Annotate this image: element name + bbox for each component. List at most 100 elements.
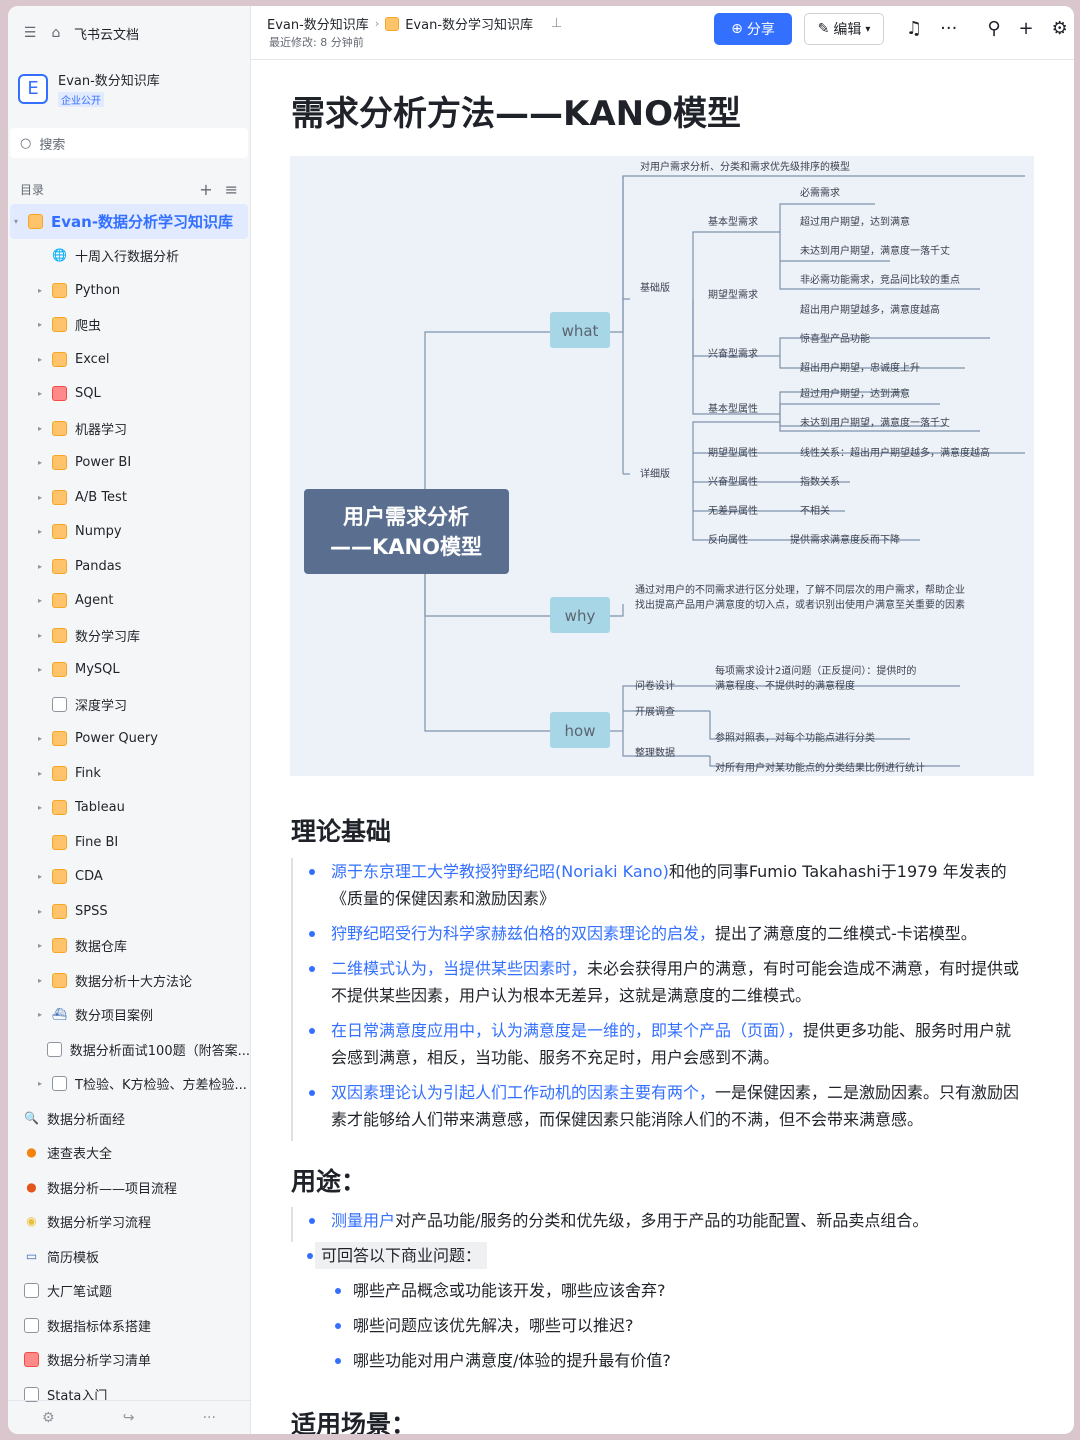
highlighted-text: 双因素理论认为引起人们工作动机的因素主要有两个， <box>331 1083 716 1102</box>
mm-d4: 无差异属性 <box>708 504 758 517</box>
settings-icon[interactable]: ⚙ <box>1052 18 1068 39</box>
tree-item[interactable]: ▸ A/B Test <box>8 480 250 515</box>
expand-arrow-icon[interactable]: ▸ <box>34 734 46 743</box>
expand-arrow-icon[interactable]: ▸ <box>34 769 46 778</box>
tree-item[interactable]: 数据指标体系搭建 <box>8 1308 250 1343</box>
search-icon[interactable]: ⚲ <box>987 18 1000 39</box>
tree-item[interactable]: ▸ 机器学习 <box>8 411 250 446</box>
expand-arrow-icon[interactable]: ▸ <box>34 631 46 640</box>
bell-icon[interactable]: ♫ <box>906 18 922 39</box>
tree-item-label: 数据仓库 <box>75 940 128 956</box>
tree-item[interactable]: ▸ Pandas <box>8 549 250 584</box>
tree-item[interactable]: ▸ SQL <box>8 377 250 412</box>
tree-item[interactable]: ▸ Fink <box>8 756 250 791</box>
tree-item[interactable]: ▸ Power Query <box>8 722 250 757</box>
pin-icon[interactable]: ⊥ <box>551 16 562 31</box>
expand-arrow-icon[interactable]: ▸ <box>34 286 46 295</box>
expand-arrow-icon[interactable]: ▸ <box>34 562 46 571</box>
expand-arrow-icon[interactable]: ▸ <box>34 493 46 502</box>
breadcrumb-item[interactable]: Evan-数分知识库 <box>267 14 369 33</box>
tree-item[interactable]: ▸ SPSS <box>8 894 250 929</box>
globe-icon: ⊕ <box>731 21 743 37</box>
tree-item[interactable]: 🌐 十周入行数据分析 <box>8 239 250 274</box>
list-item: 在日常满意度应用中，认为满意度是一维的，即某个产品（页面），提供更多功能、服务时… <box>293 1017 1027 1071</box>
expand-arrow-icon[interactable]: ▸ <box>34 803 46 812</box>
tree-item[interactable]: 大厂笔试题 <box>8 1274 250 1309</box>
tree-item[interactable]: ▸ Agent <box>8 584 250 619</box>
tree-item-label: SQL <box>75 386 101 402</box>
folder-icon <box>52 627 67 643</box>
tree-item[interactable]: Fine BI <box>8 825 250 860</box>
folder-icon <box>52 593 67 609</box>
expand-arrow-icon[interactable]: ▸ <box>34 907 46 916</box>
tree-item[interactable]: ▸ Python <box>8 273 250 308</box>
breadcrumb-item[interactable]: Evan-数分学习知识库 <box>405 14 533 33</box>
tree-item[interactable]: ▭ 简历模板 <box>8 1239 250 1274</box>
expand-arrow-icon[interactable]: ▸ <box>34 976 46 985</box>
folder-icon <box>52 524 67 540</box>
tree-item[interactable]: ▸ Tableau <box>8 791 250 826</box>
tree-item[interactable]: 深度学习 <box>8 687 250 722</box>
tree-item[interactable]: ▸ 爬虫 <box>8 308 250 343</box>
expand-arrow-icon[interactable]: ▸ <box>34 1079 46 1088</box>
tree-item-label: T检验、K方检验、方差检验... <box>75 1078 247 1094</box>
tree-item[interactable]: ▸ MySQL <box>8 653 250 688</box>
tree-item-active[interactable]: ▾ Evan-数据分析学习知识库 <box>10 204 248 239</box>
tree-item[interactable]: ▸ Power BI <box>8 446 250 481</box>
collapse-sidebar-icon[interactable]: ☰ <box>22 25 38 41</box>
expand-arrow-icon[interactable]: ▸ <box>34 872 46 881</box>
add-icon[interactable]: + <box>199 180 212 199</box>
search-input[interactable]: ○ 搜索 <box>10 128 248 158</box>
list-icon[interactable]: ≡ <box>225 180 238 199</box>
settings-icon[interactable]: ⚙ <box>42 1410 55 1426</box>
tree-item[interactable]: ▸ ⛴ 数分项目案例 <box>8 998 250 1033</box>
folder-icon <box>52 455 67 471</box>
tree-item[interactable]: ▸ Excel <box>8 342 250 377</box>
app-title[interactable]: 飞书云文档 <box>74 24 139 43</box>
tree-item[interactable]: ▸ T检验、K方检验、方差检验... <box>8 1067 250 1102</box>
tree-item[interactable]: ▸ 数据仓库 <box>8 929 250 964</box>
expand-arrow-icon[interactable]: ▸ <box>34 941 46 950</box>
expand-arrow-icon[interactable]: ▸ <box>34 596 46 605</box>
share-button[interactable]: ⊕ 分享 <box>714 13 792 45</box>
orange-icon: ● <box>26 1145 37 1160</box>
tree-item[interactable]: ▸ 数据分析十大方法论 <box>8 963 250 998</box>
question-block: 可回答以下商业问题： 哪些产品概念或功能该开发，哪些应该舍弃? 哪些问题应该优先解… <box>291 1242 1027 1382</box>
expand-arrow-icon[interactable]: ▸ <box>34 1010 46 1019</box>
tree-item[interactable]: 数据分析面试100题（附答案... <box>8 1032 250 1067</box>
mm-b3b: 超出用户期望，忠诚度上升 <box>800 361 920 374</box>
knowledge-base-header[interactable]: E Evan-数分知识库 企业公开 <box>8 60 250 118</box>
more-icon[interactable]: ··· <box>203 1410 216 1426</box>
tree-item-label: 数据分析——项目流程 <box>47 1181 178 1197</box>
mm-d2: 期望型属性 <box>708 446 758 459</box>
tree-item[interactable]: 🔍 数据分析面经 <box>8 1101 250 1136</box>
tree-item[interactable]: ● 数据分析——项目流程 <box>8 1170 250 1205</box>
home-icon[interactable]: ⌂ <box>48 25 64 41</box>
expand-arrow-icon[interactable]: ▸ <box>34 424 46 433</box>
add-icon[interactable]: + <box>1019 18 1034 39</box>
tree-item[interactable]: ▸ CDA <box>8 860 250 895</box>
folder-icon <box>52 731 67 747</box>
tree-item[interactable]: ● 速查表大全 <box>8 1136 250 1171</box>
expand-arrow-icon[interactable]: ▾ <box>10 217 22 226</box>
edit-button[interactable]: ✎ 编辑 ▾ <box>804 13 884 45</box>
search-icon: ○ <box>20 135 32 151</box>
expand-arrow-icon[interactable]: ▸ <box>34 389 46 398</box>
more-icon[interactable]: ··· <box>940 18 957 39</box>
folder-icon <box>52 765 67 781</box>
tree-item[interactable]: 数据分析学习清单 <box>8 1343 250 1378</box>
expand-arrow-icon[interactable]: ▸ <box>34 665 46 674</box>
expand-arrow-icon[interactable]: ▸ <box>34 458 46 467</box>
expand-arrow-icon[interactable]: ▸ <box>34 320 46 329</box>
tree-item[interactable]: ▸ 数分学习库 <box>8 618 250 653</box>
tree-item-label: A/B Test <box>75 489 127 505</box>
expand-arrow-icon[interactable]: ▸ <box>34 527 46 536</box>
mm-b1b: 超过用户期望，达到满意 <box>800 215 910 228</box>
list-item: 双因素理论认为引起人们工作动机的因素主要有两个，一是保健因素，二是激励因素。只有… <box>293 1079 1027 1133</box>
ship-icon: ⛴ <box>52 1007 68 1022</box>
folder-icon <box>52 800 67 816</box>
share-out-icon[interactable]: ↪ <box>123 1410 135 1426</box>
tree-item[interactable]: ◉ 数据分析学习流程 <box>8 1205 250 1240</box>
tree-item[interactable]: ▸ Numpy <box>8 515 250 550</box>
expand-arrow-icon[interactable]: ▸ <box>34 355 46 364</box>
